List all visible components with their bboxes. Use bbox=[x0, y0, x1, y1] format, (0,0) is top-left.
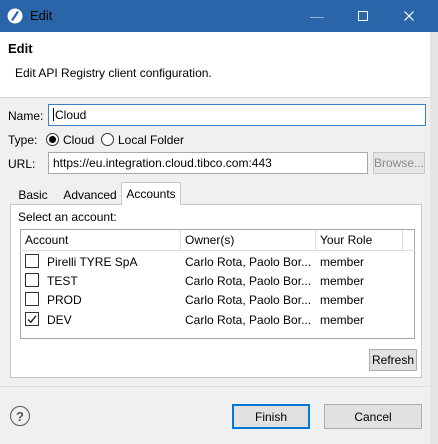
text-caret bbox=[53, 108, 54, 121]
account-owners: Carlo Rota, Paolo Bor... bbox=[185, 293, 312, 307]
column-separator bbox=[402, 230, 403, 250]
tab-accounts[interactable]: Accounts bbox=[121, 182, 181, 205]
column-header-account[interactable]: Account bbox=[25, 233, 68, 247]
dialog-header bbox=[0, 32, 430, 96]
account-role: member bbox=[320, 274, 365, 288]
account-role: member bbox=[320, 255, 365, 269]
url-label: URL: bbox=[8, 157, 36, 171]
account-owners: Carlo Rota, Paolo Bor... bbox=[185, 313, 312, 327]
account-role: member bbox=[320, 293, 365, 307]
browse-button[interactable]: Browse... bbox=[373, 152, 425, 174]
dialog-title: Edit bbox=[8, 41, 33, 56]
maximize-button[interactable] bbox=[340, 0, 386, 32]
account-checkbox-checked[interactable] bbox=[25, 312, 39, 326]
radio-selected-dot bbox=[49, 136, 56, 143]
maximize-icon bbox=[358, 11, 368, 21]
type-label: Type: bbox=[8, 133, 38, 147]
radio-cloud-label[interactable]: Cloud bbox=[63, 133, 94, 147]
dialog-description: Edit API Registry client configuration. bbox=[15, 66, 212, 80]
checkmark-icon bbox=[27, 315, 37, 324]
column-separator bbox=[315, 230, 316, 250]
account-role: member bbox=[320, 313, 365, 327]
background-window-edge bbox=[430, 32, 438, 444]
account-checkbox[interactable] bbox=[25, 292, 39, 306]
account-checkbox[interactable] bbox=[25, 273, 39, 287]
name-label: Name: bbox=[8, 109, 44, 123]
help-icon[interactable]: ? bbox=[10, 406, 30, 426]
minimize-icon: — bbox=[310, 8, 324, 24]
tab-basic[interactable]: Basic bbox=[12, 185, 54, 205]
close-icon bbox=[404, 11, 414, 21]
account-owners: Carlo Rota, Paolo Bor... bbox=[185, 274, 312, 288]
url-input[interactable]: https://eu.integration.cloud.tibco.com:4… bbox=[48, 152, 368, 174]
radio-local-folder-label[interactable]: Local Folder bbox=[118, 133, 184, 147]
window-title: Edit bbox=[30, 8, 53, 23]
minimize-button[interactable]: — bbox=[294, 0, 340, 32]
refresh-button[interactable]: Refresh bbox=[369, 349, 417, 371]
account-checkbox[interactable] bbox=[25, 254, 39, 268]
tab-advanced[interactable]: Advanced bbox=[58, 185, 122, 205]
name-value: Cloud bbox=[55, 108, 87, 122]
cancel-button[interactable]: Cancel bbox=[324, 404, 422, 429]
app-icon bbox=[7, 8, 23, 24]
radio-cloud[interactable] bbox=[46, 133, 59, 146]
finish-button[interactable]: Finish bbox=[232, 404, 310, 429]
account-name: Pirelli TYRE SpA bbox=[47, 255, 138, 269]
account-name: PROD bbox=[47, 293, 82, 307]
select-account-prompt: Select an account: bbox=[18, 210, 117, 224]
radio-local-folder[interactable] bbox=[101, 133, 114, 146]
close-button[interactable] bbox=[386, 0, 432, 32]
account-owners: Carlo Rota, Paolo Bor... bbox=[185, 255, 312, 269]
column-separator bbox=[180, 230, 181, 250]
account-name: TEST bbox=[47, 274, 78, 288]
column-header-role[interactable]: Your Role bbox=[320, 233, 372, 247]
name-input[interactable]: Cloud bbox=[48, 104, 426, 126]
column-header-owners[interactable]: Owner(s) bbox=[185, 233, 234, 247]
account-name: DEV bbox=[47, 313, 72, 327]
